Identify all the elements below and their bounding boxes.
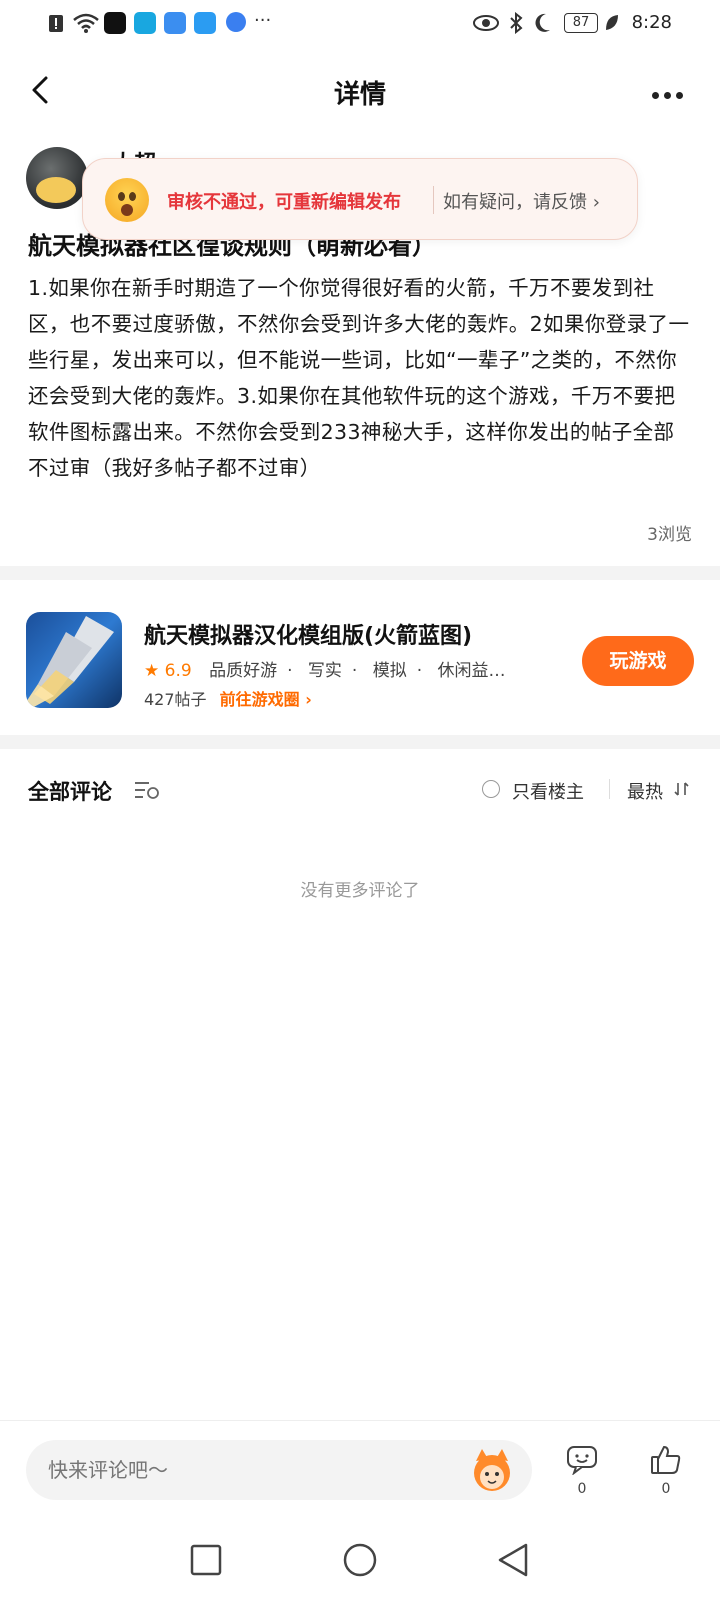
sort-icon[interactable]	[674, 781, 690, 797]
back-nav-icon[interactable]	[496, 1542, 530, 1578]
chevron-right-icon: ›	[587, 192, 600, 213]
only-host-label[interactable]: 只看楼主	[512, 778, 584, 804]
shocked-emoji-icon	[105, 178, 149, 222]
comment-count: 0	[577, 1481, 587, 1497]
game-rating: 6.9	[164, 661, 192, 681]
play-game-button[interactable]: 玩游戏	[582, 636, 694, 686]
more-menu-icon[interactable]	[652, 84, 692, 99]
tiktok-icon	[104, 12, 126, 34]
wifi-icon	[73, 13, 99, 33]
like-action[interactable]: 0	[646, 1445, 686, 1497]
leaf-icon	[606, 15, 618, 30]
review-rejected-toast[interactable]: 审核不通过，可重新编辑发布 如有疑问，请反馈 ›	[82, 158, 638, 240]
status-bar: ··· 87 8:28	[0, 0, 720, 48]
section-divider	[0, 735, 720, 749]
game-tag: 写实	[307, 661, 342, 681]
view-count: 3浏览	[647, 525, 692, 545]
game-name[interactable]: 航天模拟器汉化模组版(火箭蓝图)	[144, 618, 472, 650]
post-count: 427帖子	[144, 690, 207, 709]
comment-bubble-icon	[567, 1446, 597, 1476]
toast-message: 审核不通过，可重新编辑发布	[167, 192, 401, 213]
browser-icon	[226, 12, 246, 32]
goto-game-circle-link[interactable]: 前往游戏圈 ›	[220, 690, 312, 709]
search-app-icon	[194, 12, 216, 34]
section-divider	[0, 566, 720, 580]
game-posts: 427帖子 前往游戏圈 ›	[144, 686, 312, 710]
comment-input[interactable]	[26, 1440, 532, 1500]
status-time: 8:28	[631, 12, 672, 33]
toast-feedback-link[interactable]: 如有疑问，请反馈 ›	[443, 188, 600, 214]
goto-label: 前往游戏圈	[219, 690, 300, 709]
game-tag: 品质好游	[209, 661, 278, 681]
alert-icon	[49, 15, 63, 32]
app-icon	[134, 12, 156, 34]
filter-icon[interactable]	[134, 780, 160, 800]
game-tag: 模拟	[372, 661, 407, 681]
toast-divider	[433, 186, 434, 214]
avatar[interactable]	[26, 147, 88, 209]
cloud-icon	[164, 12, 186, 34]
battery-icon: 87	[564, 13, 598, 33]
comments-title: 全部评论	[28, 780, 112, 804]
feedback-label: 如有疑问，请反馈	[443, 192, 587, 213]
eye-icon	[473, 15, 499, 31]
game-tag: 休闲益…	[437, 661, 506, 681]
post-body: 1.如果你在新手时期造了一个你觉得很好看的火箭，千万不要发到社区，也不要过度骄傲…	[28, 276, 690, 480]
mascot-icon[interactable]	[468, 1447, 516, 1493]
star-icon: ★	[144, 661, 160, 681]
rocket-icon	[26, 616, 114, 708]
sort-label[interactable]: 最热	[627, 778, 663, 804]
no-more-comments: 没有更多评论了	[300, 881, 420, 901]
only-host-radio[interactable]	[482, 780, 500, 798]
battery-level: 87	[572, 15, 590, 30]
header: 详情	[0, 60, 720, 120]
page-title: 详情	[333, 80, 386, 110]
home-icon[interactable]	[342, 1542, 378, 1578]
thumbs-up-icon	[651, 1445, 681, 1474]
more-dots-icon: ···	[254, 10, 272, 31]
bluetooth-icon	[510, 12, 523, 34]
like-count: 0	[661, 1481, 671, 1497]
system-nav-bar	[0, 1524, 720, 1600]
game-icon[interactable]	[26, 612, 122, 708]
recent-apps-icon[interactable]	[190, 1544, 222, 1576]
moon-icon	[535, 13, 550, 32]
comment-action[interactable]: 0	[562, 1445, 602, 1497]
game-meta: ★ 6.9 品质好游 · 写实 · 模拟 · 休闲益…	[144, 661, 506, 681]
bottom-action-bar: 0 0	[0, 1420, 720, 1520]
divider	[609, 779, 610, 799]
